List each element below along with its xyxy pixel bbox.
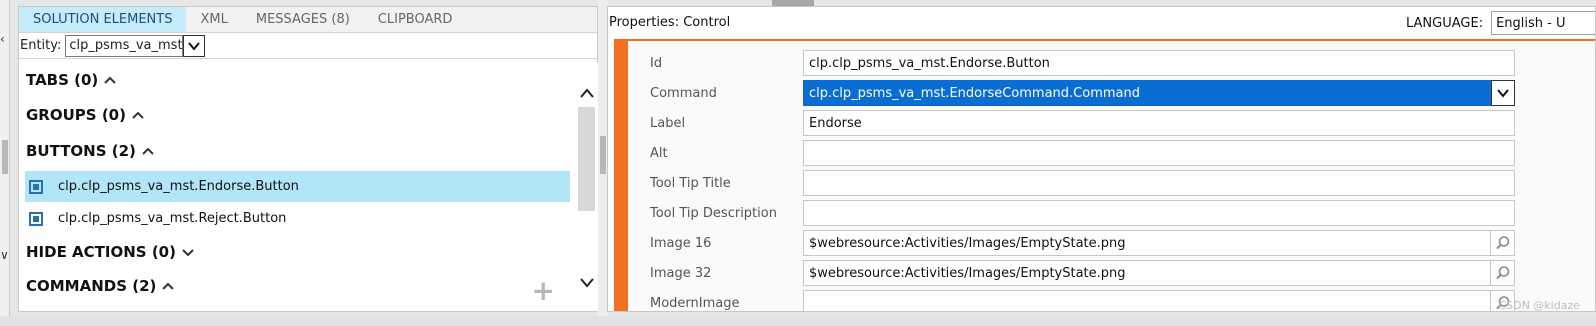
chevron-down-icon[interactable]	[180, 246, 196, 258]
modern-image-label: ModernImage	[650, 296, 740, 311]
elements-list: TABS (0) GROUPS (0) BUTTONS (2) clp.clp_…	[19, 63, 575, 313]
label-field[interactable]: Endorse	[803, 110, 1515, 136]
section-buttons-label: BUTTONS (2)	[26, 142, 136, 160]
tab-xml[interactable]: XML	[186, 7, 241, 32]
alt-field[interactable]	[803, 140, 1515, 166]
section-tabs[interactable]: TABS (0)	[26, 71, 118, 89]
search-icon	[1495, 236, 1509, 250]
image16-search-button[interactable]	[1491, 230, 1515, 256]
command-select[interactable]: clp.clp_psms_va_mst.EndorseCommand.Comma…	[803, 80, 1491, 106]
chevron-left-icon[interactable]: ‹	[0, 32, 5, 46]
tab-messages[interactable]: MESSAGES (8)	[242, 7, 364, 32]
image32-search-button[interactable]	[1491, 260, 1515, 286]
tab-solution-elements[interactable]: SOLUTION ELEMENTS	[19, 7, 187, 32]
image16-field[interactable]: $webresource:Activities/Images/EmptyStat…	[803, 230, 1491, 256]
properties-form: Id clp.clp_psms_va_mst.Endorse.Button Co…	[614, 39, 1595, 311]
scroll-thumb[interactable]	[578, 107, 595, 211]
modern-image-field[interactable]	[803, 290, 1491, 311]
section-hide-actions-label: HIDE ACTIONS (0)	[26, 243, 176, 261]
tooltip-title-label: Tool Tip Title	[650, 176, 731, 191]
add-icon[interactable]: +	[532, 277, 555, 305]
entity-row: Entity: clp_psms_va_mst	[19, 33, 597, 59]
list-item-label: clp.clp_psms_va_mst.Reject.Button	[58, 211, 287, 226]
section-commands[interactable]: COMMANDS (2)	[26, 277, 176, 295]
scroll-down-button[interactable]	[575, 271, 598, 295]
property-row-id: Id clp.clp_psms_va_mst.Endorse.Button	[628, 47, 1595, 77]
tab-clipboard[interactable]: CLIPBOARD	[364, 7, 467, 32]
entity-label: Entity:	[20, 38, 62, 53]
alt-label: Alt	[650, 146, 668, 161]
section-groups-label: GROUPS (0)	[26, 106, 126, 124]
entity-select[interactable]: clp_psms_va_mst	[65, 34, 184, 57]
language-selector: LANGUAGE: English - U	[1406, 11, 1595, 35]
chevron-up-icon	[579, 88, 594, 98]
left-collapse-strip[interactable]: ‹ ∨	[0, 0, 10, 316]
chevron-up-icon[interactable]	[140, 145, 156, 157]
search-icon	[1495, 266, 1509, 280]
tooltip-title-field[interactable]	[803, 170, 1515, 196]
section-groups[interactable]: GROUPS (0)	[26, 106, 146, 124]
properties-panel: Properties: Control LANGUAGE: English - …	[607, 6, 1596, 312]
command-label: Command	[650, 86, 717, 101]
tooltip-description-field[interactable]	[803, 200, 1515, 226]
id-field[interactable]: clp.clp_psms_va_mst.Endorse.Button	[803, 50, 1515, 76]
bottom-strip	[0, 316, 1596, 326]
chevron-down-icon	[579, 278, 594, 288]
image32-field[interactable]: $webresource:Activities/Images/EmptyStat…	[803, 260, 1491, 286]
section-buttons[interactable]: BUTTONS (2)	[26, 142, 156, 160]
collapse-grip[interactable]	[2, 140, 8, 174]
button-icon	[29, 211, 43, 226]
command-dropdown-button[interactable]	[1491, 80, 1515, 106]
chevron-down-icon	[1497, 89, 1509, 98]
button-icon	[29, 179, 43, 194]
panel-tabs: SOLUTION ELEMENTS XML MESSAGES (8) CLIPB…	[19, 7, 597, 33]
language-select[interactable]: English - U	[1491, 11, 1595, 35]
chevron-up-icon[interactable]	[160, 280, 176, 292]
property-row-tooltip-description: Tool Tip Description	[628, 197, 1595, 227]
list-item[interactable]: clp.clp_psms_va_mst.Endorse.Button	[25, 171, 570, 202]
property-row-command: Command clp.clp_psms_va_mst.EndorseComma…	[628, 77, 1595, 107]
chevron-down-icon	[188, 41, 201, 51]
scroll-up-button[interactable]	[575, 81, 598, 105]
list-item[interactable]: clp.clp_psms_va_mst.Reject.Button	[25, 203, 570, 234]
property-row-modern-image: ModernImage	[628, 287, 1595, 311]
chevron-up-icon[interactable]	[102, 74, 118, 86]
list-item-label: clp.clp_psms_va_mst.Endorse.Button	[58, 179, 299, 194]
entity-dropdown-button[interactable]	[183, 34, 206, 57]
tooltip-description-label: Tool Tip Description	[650, 206, 777, 221]
label-label: Label	[650, 116, 686, 131]
property-row-label: Label Endorse	[628, 107, 1595, 137]
property-row-alt: Alt	[628, 137, 1595, 167]
watermark: CSDN @kidaze	[1498, 299, 1580, 312]
image16-label: Image 16	[650, 236, 712, 251]
language-label: LANGUAGE:	[1406, 15, 1484, 31]
property-row-image32: Image 32 $webresource:Activities/Images/…	[628, 257, 1595, 287]
solution-elements-panel: SOLUTION ELEMENTS XML MESSAGES (8) CLIPB…	[18, 6, 598, 312]
ribbon-workbench-window: ‹ ∨ SOLUTION ELEMENTS XML MESSAGES (8) C…	[0, 0, 1596, 326]
section-hide-actions[interactable]: HIDE ACTIONS (0)	[26, 243, 196, 261]
property-row-image16: Image 16 $webresource:Activities/Images/…	[628, 227, 1595, 257]
section-commands-label: COMMANDS (2)	[26, 277, 157, 295]
chevron-down-icon[interactable]: ∨	[0, 248, 9, 262]
section-tabs-label: TABS (0)	[26, 71, 99, 89]
chevron-up-icon[interactable]	[130, 109, 146, 121]
splitter-grip[interactable]	[600, 136, 606, 174]
list-scrollbar[interactable]	[575, 63, 598, 311]
id-label: Id	[650, 56, 663, 71]
property-row-tooltip-title: Tool Tip Title	[628, 167, 1595, 197]
image32-label: Image 32	[650, 266, 712, 281]
